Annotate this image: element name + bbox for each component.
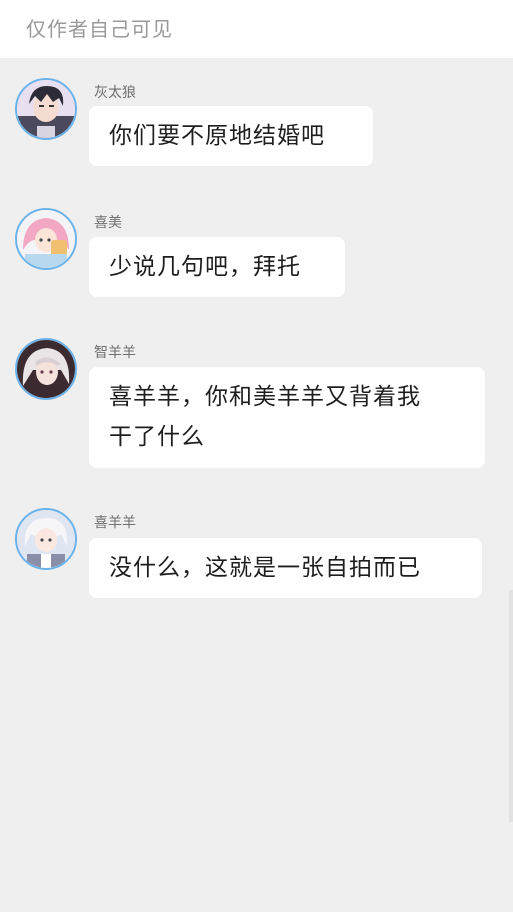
header-bar: 仅作者自己可见 bbox=[0, 0, 513, 58]
white-hair-boy-avatar-icon[interactable] bbox=[15, 508, 77, 570]
message-bubble[interactable]: 喜羊羊，你和美羊羊又背着我 干了什么 bbox=[89, 367, 485, 468]
message-bubble[interactable]: 没什么，这就是一张自拍而已 bbox=[89, 538, 482, 598]
wolf-character-avatar-icon[interactable] bbox=[15, 78, 77, 140]
message-line: 喜羊羊，你和美羊羊又背着我 bbox=[109, 384, 421, 410]
sender-name: 灰太狼 bbox=[94, 85, 136, 101]
sender-name: 喜羊羊 bbox=[94, 515, 136, 531]
sender-name: 喜美 bbox=[94, 215, 122, 231]
message-bubble[interactable]: 你们要不原地结婚吧 bbox=[89, 106, 373, 166]
sender-name: 智羊羊 bbox=[94, 345, 136, 361]
message-line: 干了什么 bbox=[109, 424, 205, 450]
scroll-track[interactable] bbox=[509, 590, 513, 822]
visibility-note: 仅作者自己可见 bbox=[26, 17, 173, 41]
silver-hair-avatar-icon[interactable] bbox=[15, 338, 77, 400]
message-bubble[interactable]: 少说几句吧，拜托 bbox=[89, 237, 345, 297]
pink-hair-girl-avatar-icon[interactable] bbox=[15, 208, 77, 270]
